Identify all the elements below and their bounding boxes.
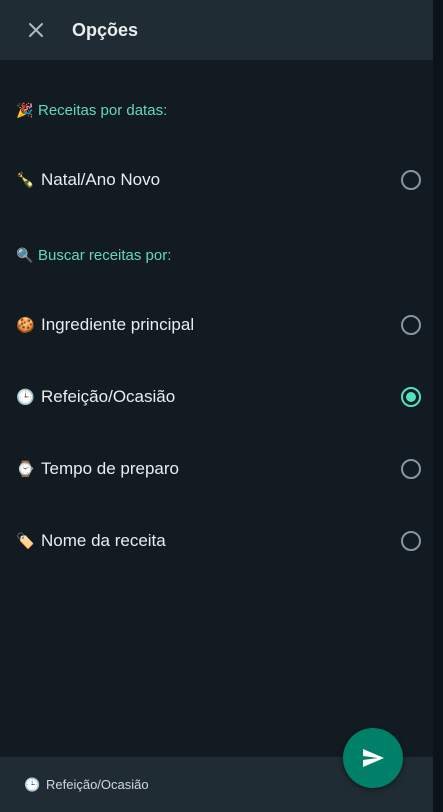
section-title: Buscar receitas por: [38, 246, 172, 264]
option-label: Ingrediente principal [41, 315, 195, 334]
party-popper-icon: 🎉 [16, 101, 34, 118]
bottle-icon: 🍾 [16, 172, 35, 189]
magnifier-icon: 🔍 [16, 246, 34, 263]
option-nome-da-receita[interactable]: 🏷️ Nome da receita [0, 513, 433, 569]
send-button[interactable] [343, 728, 403, 788]
option-tempo-de-preparo[interactable]: ⌚ Tempo de preparo [0, 441, 433, 497]
panel-header: Opções [0, 0, 433, 60]
label-tag-icon: 🏷️ [16, 533, 35, 550]
selected-option-label: Refeição/Ocasião [46, 777, 149, 792]
watch-icon: ⌚ [16, 461, 35, 478]
clock-icon: 🕒 [16, 389, 35, 406]
section-header-search: 🔍 Buscar receitas por: [16, 243, 171, 267]
option-ingrediente-principal[interactable]: 🍪 Ingrediente principal [0, 297, 433, 353]
option-label: Natal/Ano Novo [41, 170, 161, 189]
option-refeicao-ocasiao[interactable]: 🕒 Refeição/Ocasião [0, 369, 433, 425]
panel-title: Opções [72, 19, 139, 40]
close-icon [29, 23, 43, 37]
radio-button[interactable] [401, 531, 421, 551]
option-label: Refeição/Ocasião [41, 387, 176, 406]
option-label: Nome da receita [41, 531, 166, 550]
radio-button[interactable] [401, 170, 421, 190]
options-panel: Opções 🎉 Receitas por datas: 🍾 Natal/Ano… [0, 0, 443, 812]
option-label: Tempo de preparo [41, 459, 179, 478]
section-header-dates: 🎉 Receitas por datas: [16, 98, 167, 122]
send-icon [363, 749, 384, 767]
radio-button-selected[interactable] [401, 387, 421, 407]
radio-button[interactable] [401, 459, 421, 479]
option-natal-ano-novo[interactable]: 🍾 Natal/Ano Novo [0, 152, 433, 208]
cookie-icon: 🍪 [16, 317, 35, 334]
backdrop-edge [433, 0, 443, 812]
section-title: Receitas por datas: [38, 101, 168, 119]
radio-button[interactable] [401, 315, 421, 335]
clock-icon: 🕒 [24, 776, 41, 792]
close-button[interactable] [0, 0, 72, 60]
